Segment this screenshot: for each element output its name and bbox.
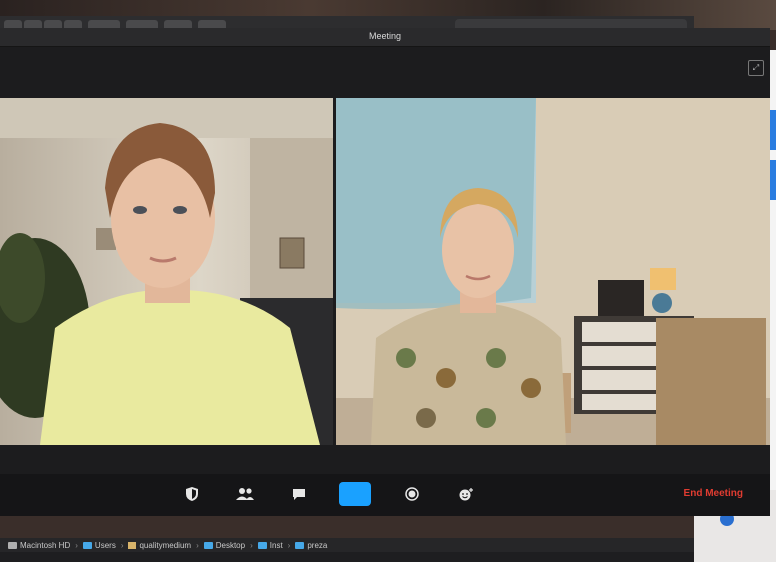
fullscreen-icon[interactable]: ⤢ bbox=[748, 60, 764, 76]
folder-icon bbox=[82, 541, 92, 549]
meeting-window: Meeting ⤢ End Meeting bbox=[0, 28, 770, 516]
path-separator: › bbox=[120, 540, 124, 550]
chat-icon bbox=[293, 488, 305, 500]
path-separator: › bbox=[250, 540, 253, 550]
path-segment-macintosh-hd[interactable]: Macintosh HD bbox=[8, 541, 70, 550]
finder-path-bar: Macintosh HD › Users › qualitymedium › D… bbox=[0, 538, 694, 552]
window-title: Meeting bbox=[368, 31, 402, 41]
path-separator: › bbox=[75, 540, 78, 550]
background-window-strip bbox=[770, 160, 776, 200]
record-button[interactable] bbox=[401, 484, 423, 504]
title-bar: Meeting bbox=[0, 28, 770, 47]
path-segment-users[interactable]: Users bbox=[82, 541, 116, 550]
path-segment-desktop[interactable]: Desktop bbox=[203, 541, 245, 550]
share-screen-button[interactable] bbox=[339, 482, 371, 506]
folder-icon bbox=[295, 541, 305, 549]
participants-icon bbox=[236, 488, 254, 500]
security-button[interactable] bbox=[181, 484, 203, 504]
participants-button[interactable] bbox=[234, 484, 256, 504]
participant-1-image bbox=[0, 98, 333, 445]
folder-icon bbox=[257, 541, 267, 549]
end-meeting-button[interactable]: End Meeting bbox=[684, 488, 743, 499]
participant-video-2[interactable] bbox=[336, 98, 770, 445]
folder-icon bbox=[203, 541, 213, 549]
path-separator: › bbox=[196, 540, 199, 550]
background-window-strip bbox=[770, 110, 776, 150]
reactions-icon bbox=[459, 488, 473, 501]
path-segment-preza[interactable]: preza bbox=[295, 541, 327, 550]
finder-status-bar bbox=[0, 552, 694, 562]
record-icon bbox=[405, 487, 419, 501]
participant-2-image bbox=[336, 98, 770, 445]
home-icon bbox=[128, 541, 137, 549]
chat-button[interactable] bbox=[288, 484, 310, 504]
path-segment-home[interactable]: qualitymedium bbox=[128, 541, 191, 550]
disk-icon bbox=[8, 541, 17, 549]
shield-icon bbox=[186, 487, 198, 501]
reactions-button[interactable] bbox=[455, 484, 477, 504]
background-window bbox=[770, 50, 776, 510]
path-segment-inst[interactable]: Inst bbox=[257, 541, 283, 550]
participant-video-1[interactable] bbox=[0, 98, 333, 445]
path-separator: › bbox=[287, 540, 291, 550]
meeting-toolbar: End Meeting bbox=[0, 474, 770, 516]
